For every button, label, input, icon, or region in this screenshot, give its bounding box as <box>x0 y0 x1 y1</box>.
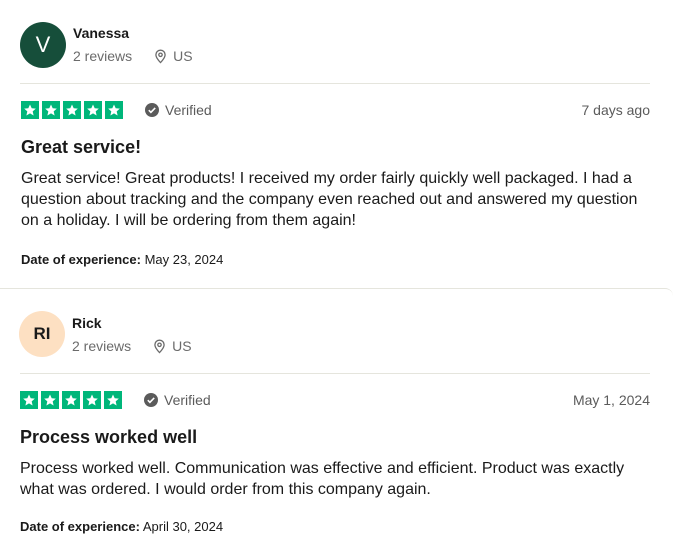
star-icon <box>20 391 38 409</box>
experience-label: Date of experience: <box>21 252 141 267</box>
review-card: V Vanessa 2 reviews US Verified 7 days a… <box>0 0 673 288</box>
review-title[interactable]: Process worked well <box>20 427 197 448</box>
reviewer-country: US <box>173 48 193 64</box>
date-of-experience: Date of experience: April 30, 2024 <box>20 519 223 534</box>
avatar-initials: V <box>35 32 51 57</box>
review-body: Process worked well. Communication was e… <box>20 460 625 498</box>
reviewer-name[interactable]: Rick <box>72 315 102 331</box>
star-icon <box>105 101 123 119</box>
experience-date: May 23, 2024 <box>144 252 224 267</box>
avatar[interactable]: V <box>20 22 66 68</box>
verified-label: Verified <box>164 392 211 408</box>
experience-label: Date of experience: <box>20 519 140 534</box>
star-icon <box>83 391 101 409</box>
verified-check-icon <box>145 103 159 117</box>
location-pin-icon <box>154 49 167 64</box>
reviewer-meta: 2 reviews US <box>73 48 193 64</box>
divider <box>20 83 650 84</box>
star-icon <box>84 101 102 119</box>
verified-check-icon <box>144 393 158 407</box>
verified-badge[interactable]: Verified <box>145 102 212 118</box>
date-of-experience: Date of experience: May 23, 2024 <box>21 252 223 267</box>
star-icon <box>62 391 80 409</box>
location-pin-icon <box>153 339 166 354</box>
reviewer-name[interactable]: Vanessa <box>73 25 129 41</box>
reviews-count: 2 reviews <box>73 48 133 64</box>
star-rating <box>21 101 123 119</box>
review-title[interactable]: Great service! <box>21 137 141 158</box>
reviewer-country: US <box>172 338 192 354</box>
star-icon <box>21 101 39 119</box>
reviews-count: 2 reviews <box>72 338 132 354</box>
avatar-initials: RI <box>33 324 51 343</box>
review-date: May 1, 2024 <box>572 392 650 408</box>
verified-label: Verified <box>165 102 212 118</box>
reviewer-meta: 2 reviews US <box>72 338 192 354</box>
star-icon <box>42 101 60 119</box>
review-body: Great service! Great products! I receive… <box>21 170 638 229</box>
avatar[interactable]: RI <box>19 311 65 357</box>
star-icon <box>41 391 59 409</box>
verified-badge[interactable]: Verified <box>144 392 211 408</box>
divider <box>20 373 650 374</box>
star-icon <box>63 101 81 119</box>
star-rating <box>20 391 122 409</box>
experience-date: April 30, 2024 <box>142 519 224 534</box>
star-icon <box>104 391 122 409</box>
review-date: 7 days ago <box>581 102 651 118</box>
